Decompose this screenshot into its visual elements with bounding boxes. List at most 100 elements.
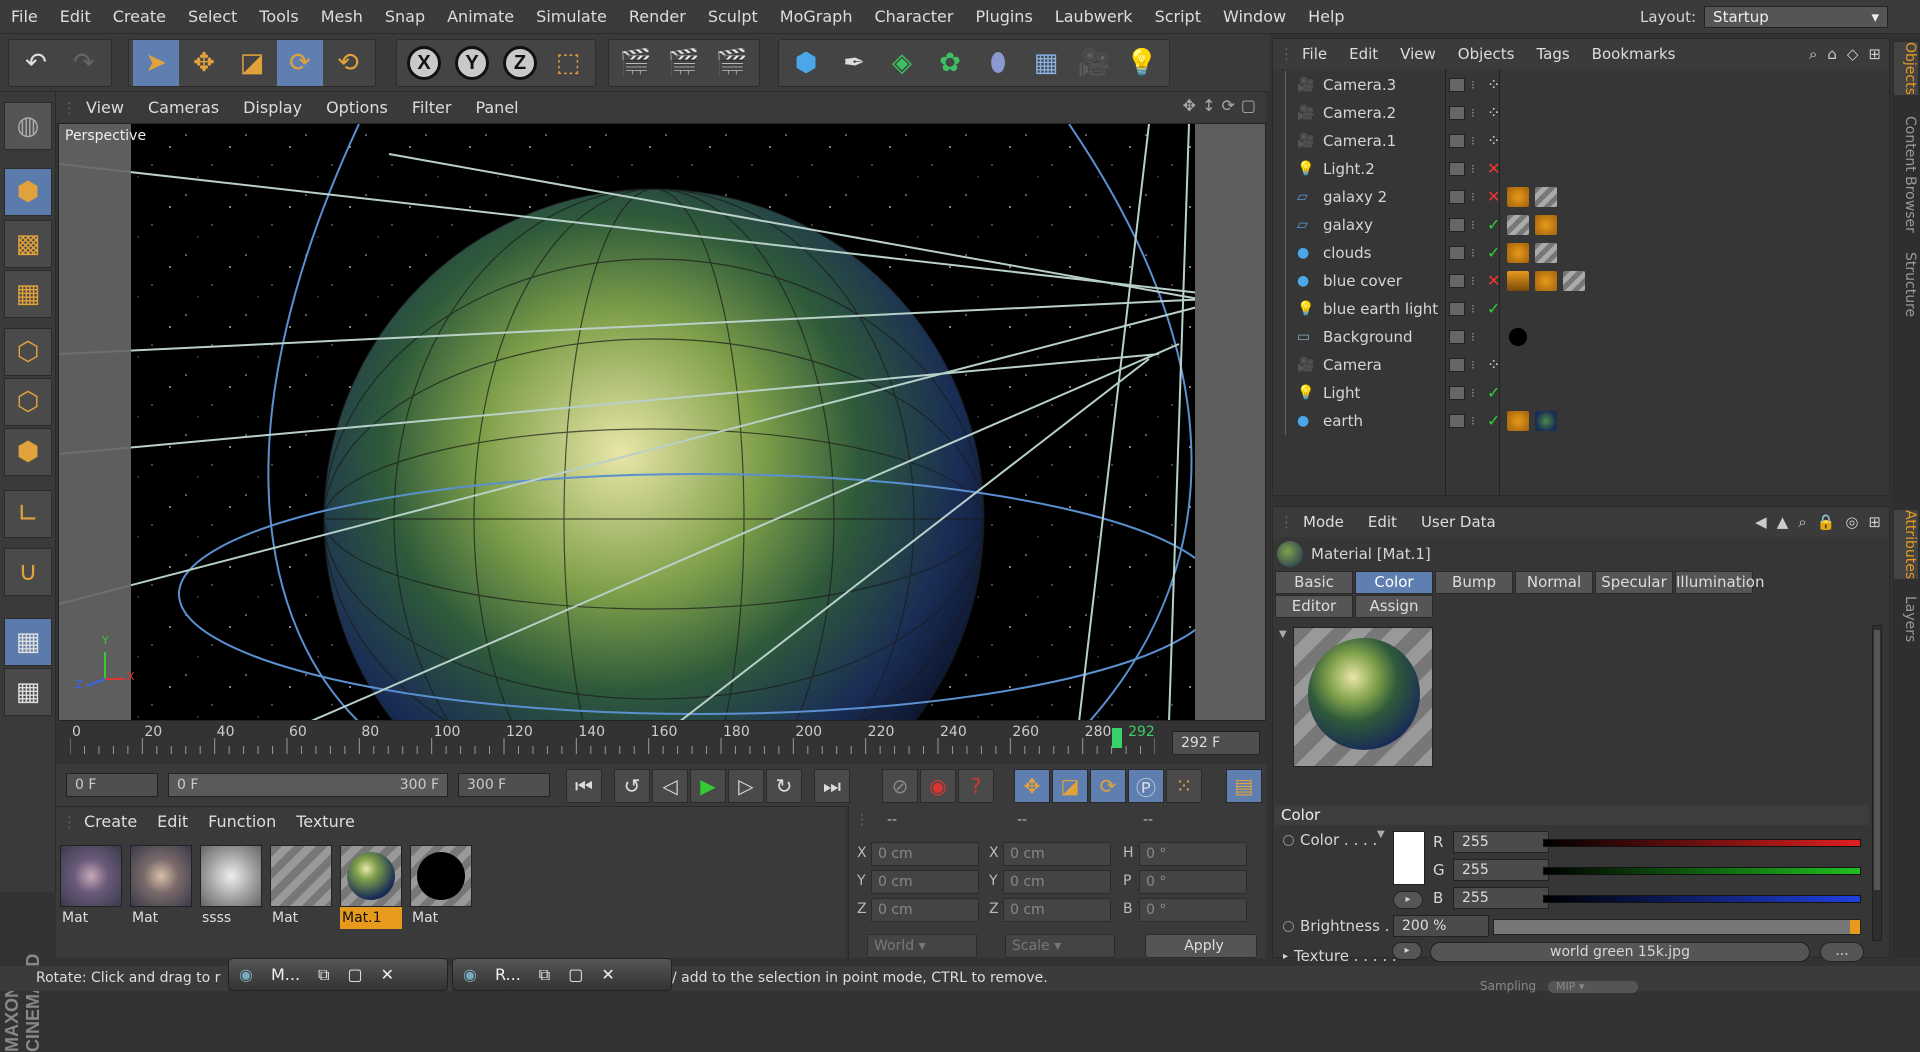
visibility-dots-icon[interactable]: ⁝ <box>1471 211 1475 239</box>
dolly-icon[interactable]: ↕ <box>1202 96 1215 115</box>
restore-icon[interactable]: ⧉ <box>318 965 329 985</box>
coord-field[interactable]: 0 ° <box>1139 898 1247 922</box>
disabled-x-icon[interactable]: ✕ <box>1487 155 1500 183</box>
render-settings-button[interactable]: 🎬 <box>709 40 755 86</box>
recent-tool-button[interactable]: ⟲ <box>325 40 371 86</box>
model-mode-button[interactable]: ⬢ <box>4 168 52 216</box>
cube-button[interactable]: ⬢ <box>783 40 829 86</box>
coord-field[interactable]: 0 cm <box>1003 870 1111 894</box>
apply-button[interactable]: Apply <box>1145 934 1257 958</box>
lock-icon[interactable]: 🔒 <box>1817 513 1836 531</box>
phong-tag-icon[interactable] <box>1535 215 1557 235</box>
x-axis-button[interactable]: X <box>401 40 447 86</box>
object-menu-file[interactable]: File <box>1291 39 1338 69</box>
coord-field[interactable]: 0 ° <box>1139 842 1247 866</box>
object-row[interactable]: ● blue cover ⁝ ✕ <box>1273 267 1889 295</box>
layer-icon[interactable] <box>1449 386 1465 400</box>
object-row[interactable]: 🎥 Camera.1 ⁝ ⁘ <box>1273 127 1889 155</box>
coord-field[interactable]: 0 ° <box>1139 870 1247 894</box>
timeline[interactable]: 0 20 40 60 80 100 120 140 160 180 200 220 240 260 280 2… <box>56 722 1266 762</box>
object-row[interactable]: 🎥 Camera ⁝ ⁘ <box>1273 351 1889 379</box>
minimize-icon[interactable]: ◇ <box>1847 45 1859 63</box>
workplane-mode-button[interactable]: ▦ <box>4 270 52 318</box>
object-row[interactable]: ▱ galaxy 2 ⁝ ✕ <box>1273 183 1889 211</box>
tab-basic[interactable]: Basic <box>1275 571 1353 594</box>
lock-workplane-button[interactable]: ▦ <box>4 618 52 666</box>
object-menu-bookmarks[interactable]: Bookmarks <box>1581 39 1687 69</box>
light-button[interactable]: 💡 <box>1119 40 1165 86</box>
visibility-dots-icon[interactable]: ⁝ <box>1471 407 1475 435</box>
menu-animate[interactable]: Animate <box>436 0 525 34</box>
timeline-ruler[interactable]: 0 20 40 60 80 100 120 140 160 180 200 220 240 260 280 2… <box>69 724 1156 754</box>
polygons-mode-button[interactable]: ⬢ <box>4 428 52 476</box>
tab-specular[interactable]: Specular <box>1595 571 1673 594</box>
menu-help[interactable]: Help <box>1297 0 1355 34</box>
taskbar-window-2[interactable]: ◉ R... ⧉ ▢ ✕ <box>452 958 672 991</box>
tab-assign[interactable]: Assign <box>1355 595 1433 618</box>
target-icon[interactable]: ⁘ <box>1487 99 1500 127</box>
close-icon[interactable]: ✕ <box>601 965 614 984</box>
close-icon[interactable]: ✕ <box>381 965 394 984</box>
phong-tag-icon[interactable] <box>1507 243 1529 263</box>
material-menu-texture[interactable]: Texture <box>286 807 365 837</box>
viewport-menu-panel[interactable]: Panel <box>463 92 530 123</box>
scale-button[interactable]: ◪ <box>229 40 275 86</box>
menu-simulate[interactable]: Simulate <box>525 0 618 34</box>
layers-tab[interactable]: Layers <box>1894 596 1918 642</box>
radio-icon[interactable] <box>1283 834 1294 846</box>
b-slider[interactable] <box>1543 895 1861 903</box>
disabled-x-icon[interactable]: ✕ <box>1487 267 1500 295</box>
phong-tag-icon[interactable] <box>1507 187 1529 207</box>
object-row[interactable]: 🎥 Camera.2 ⁝ ⁘ <box>1273 99 1889 127</box>
search-icon[interactable]: ⌕ <box>1798 513 1806 531</box>
object-row[interactable]: ▱ galaxy ⁝ ✓ <box>1273 211 1889 239</box>
nurbs-button[interactable]: ◈ <box>879 40 925 86</box>
material-preview[interactable] <box>1293 627 1433 767</box>
layer-icon[interactable] <box>1449 190 1465 204</box>
layer-icon[interactable] <box>1449 414 1465 428</box>
z-axis-button[interactable]: Z <box>497 40 543 86</box>
coord-field[interactable]: 0 cm <box>871 898 979 922</box>
object-menu-view[interactable]: View <box>1389 39 1447 69</box>
object-row[interactable]: ● clouds ⁝ ✓ <box>1273 239 1889 267</box>
menu-edit[interactable]: Edit <box>49 0 102 34</box>
object-row[interactable]: 💡 Light ⁝ ✓ <box>1273 379 1889 407</box>
visibility-dots-icon[interactable]: ⁝ <box>1471 71 1475 99</box>
black-tag-icon[interactable] <box>1507 327 1529 347</box>
object-menu-objects[interactable]: Objects <box>1447 39 1526 69</box>
points-mode-button[interactable]: ⬡ <box>4 328 52 376</box>
visibility-dots-icon[interactable]: ⁝ <box>1471 239 1475 267</box>
layer-icon[interactable] <box>1449 358 1465 372</box>
next-frame-button[interactable]: ▷ <box>728 769 764 803</box>
material-menu-function[interactable]: Function <box>198 807 286 837</box>
object-menu-edit[interactable]: Edit <box>1338 39 1389 69</box>
layer-icon[interactable] <box>1449 78 1465 92</box>
menu-create[interactable]: Create <box>102 0 177 34</box>
material-blank[interactable]: Mat <box>270 845 332 931</box>
objects-tab[interactable]: Objects <box>1894 42 1918 95</box>
key-position-button[interactable]: ✥ <box>1014 769 1050 803</box>
end-frame-field[interactable]: 300 F <box>458 773 550 797</box>
tab-illumination[interactable]: Illumination <box>1675 571 1764 594</box>
material-clouds[interactable]: ssss <box>200 845 262 931</box>
disabled-x-icon[interactable]: ✕ <box>1487 183 1500 211</box>
frame-range-slider[interactable]: 0 F 300 F <box>168 773 448 797</box>
menu-plugins[interactable]: Plugins <box>964 0 1043 34</box>
layer-icon[interactable] <box>1449 218 1465 232</box>
object-row[interactable]: 💡 Light.2 ⁝ ✕ <box>1273 155 1889 183</box>
menu-sculpt[interactable]: Sculpt <box>697 0 769 34</box>
attribute-menu-edit[interactable]: Edit <box>1356 507 1409 537</box>
new-window-icon[interactable]: ⊞ <box>1868 45 1881 63</box>
axis-mode-button[interactable]: ∟ <box>4 490 52 538</box>
color-dropdown-icon[interactable]: ▼ <box>1377 829 1385 840</box>
menu-tools[interactable]: Tools <box>248 0 309 34</box>
viewport[interactable]: Perspective Y X Z <box>58 123 1266 721</box>
menu-character[interactable]: Character <box>863 0 964 34</box>
previous-key-button[interactable]: ↺ <box>614 769 650 803</box>
mode-dropdown[interactable]: Scale ▾ <box>1005 934 1115 958</box>
enabled-check-icon[interactable]: ✓ <box>1487 211 1500 239</box>
brightness-slider[interactable] <box>1493 919 1861 935</box>
current-frame-field[interactable]: 292 F <box>1172 731 1260 755</box>
render-picture-viewer-button[interactable]: 🎬 <box>661 40 707 86</box>
visibility-dots-icon[interactable]: ⁝ <box>1471 351 1475 379</box>
